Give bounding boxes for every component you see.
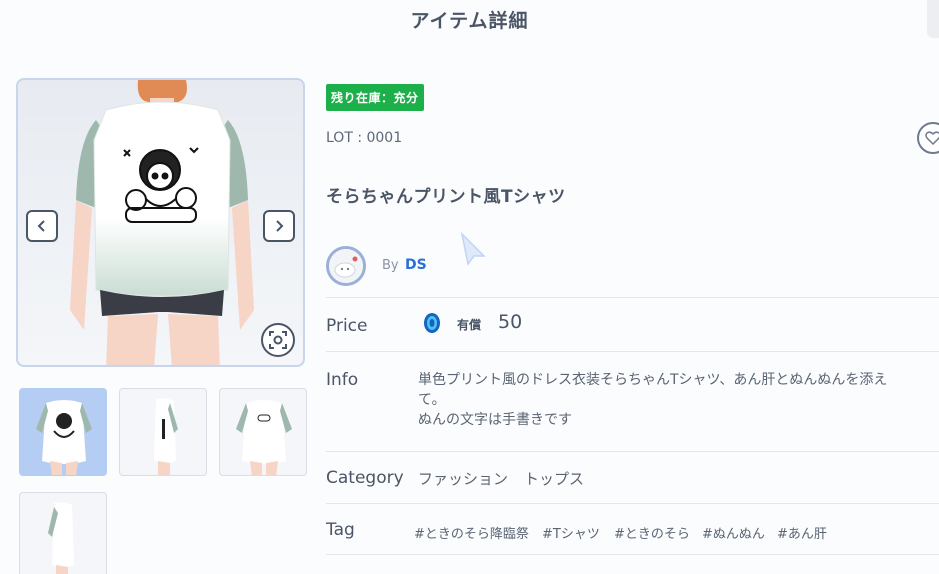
price-type: 有償	[457, 318, 482, 332]
ar-view-button[interactable]	[261, 323, 295, 357]
price-value: 50	[498, 311, 523, 333]
page-title: アイテム詳細	[410, 10, 529, 32]
tag-label: Tag	[326, 520, 355, 540]
thumbnail-3[interactable]	[219, 388, 307, 476]
stock-badge: 残り在庫：充分	[326, 84, 424, 111]
thumbnail-front-image	[36, 400, 92, 475]
mouse-cursor-icon	[460, 232, 486, 266]
tshirt-model-illustration	[70, 80, 254, 365]
price-label: Price	[326, 316, 368, 336]
thumbnail-side-image-2	[48, 502, 74, 574]
coin-icon	[424, 313, 440, 333]
ar-scan-icon	[269, 331, 287, 349]
category-link[interactable]: トップス	[524, 468, 584, 489]
next-image-button[interactable]	[263, 210, 295, 242]
creator-name-link[interactable]: DS	[405, 257, 427, 273]
thumbnail-side-image	[154, 398, 178, 475]
category-row: Category ファッション トップス	[326, 451, 939, 503]
description-line: て。	[418, 392, 446, 408]
chevron-right-icon	[276, 220, 284, 232]
thumbnail-back-image	[236, 400, 292, 475]
main-preview-image	[16, 78, 305, 367]
tag-link[interactable]: #Tシャツ	[542, 523, 600, 542]
info-label: Info	[326, 370, 359, 390]
category-link[interactable]: ファッション	[418, 468, 508, 489]
item-description: 単色プリント風のドレス衣装そらちゃんTシャツ、あん肝とぬんぬんを添え て。 ぬん…	[418, 370, 938, 430]
thumbnail-1[interactable]	[19, 388, 107, 476]
creator-by-label: By	[382, 258, 399, 273]
tag-link[interactable]: #ぬんぬん	[702, 523, 765, 542]
thumbnail-2[interactable]	[119, 388, 207, 476]
category-label: Category	[326, 468, 404, 488]
heart-icon	[925, 131, 939, 145]
tag-link[interactable]: #ときのそら	[614, 523, 690, 542]
tag-link[interactable]: #あん肝	[777, 523, 827, 542]
creator-avatar[interactable]	[326, 246, 366, 286]
lot-number: LOT : 0001	[326, 130, 403, 146]
favorite-button[interactable]	[917, 122, 939, 154]
description-line: ぬんの文字は手書きです	[418, 412, 572, 428]
price-row: Price 有償 50	[326, 297, 939, 351]
scrollbar[interactable]	[927, 0, 939, 38]
info-row: Info 単色プリント風のドレス衣装そらちゃんTシャツ、あん肝とぬんぬんを添え …	[326, 351, 939, 451]
avatar-image	[329, 249, 363, 283]
description-line: 単色プリント風のドレス衣装そらちゃんTシャツ、あん肝とぬんぬんを添え	[418, 372, 888, 388]
tag-link[interactable]: #ときのそら降臨祭	[414, 523, 529, 542]
item-title: そらちゃんプリント風Tシャツ	[326, 187, 566, 207]
previous-image-button[interactable]	[26, 210, 58, 242]
chevron-left-icon	[37, 220, 45, 232]
tag-row: Tag #ときのそら降臨祭 #Tシャツ #ときのそら #ぬんぬん #あん肝	[326, 503, 939, 555]
thumbnail-4[interactable]	[19, 492, 107, 574]
